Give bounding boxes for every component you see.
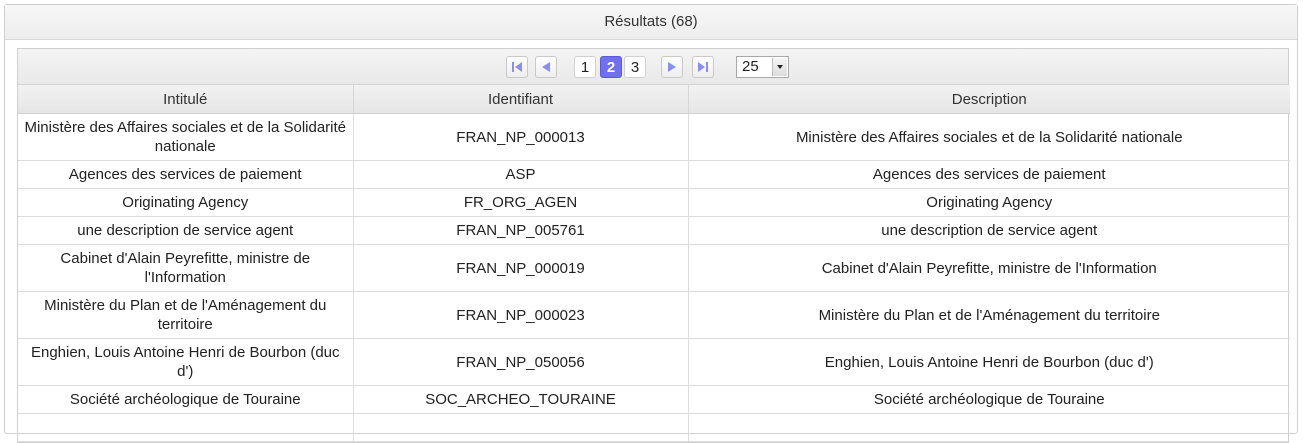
cell-intitule: Enghien, Louis Antoine Henri de Bourbon … [18, 338, 354, 386]
page-link-1[interactable]: 1 [574, 56, 596, 78]
paginator: 1 2 3 25 [18, 49, 1288, 85]
column-header-identifiant[interactable]: Identifiant [353, 85, 689, 114]
cell-intitule: Cabinet d'Alain Peyrefitte, ministre de … [18, 244, 354, 292]
results-panel: Résultats (68) 1 2 3 25 Intitulé Identif… [4, 4, 1298, 443]
cell-intitule [18, 413, 354, 442]
cell-identifiant: FRAN_NP_000023 [353, 291, 689, 339]
rows-per-page-select[interactable]: 25 [736, 56, 789, 78]
chevron-down-icon [772, 58, 787, 76]
column-header-description[interactable]: Description [688, 85, 1290, 114]
cell-intitule: Ministère du Plan et de l'Aménagement du… [18, 291, 354, 339]
cell-description: Cabinet d'Alain Peyrefitte, ministre de … [688, 244, 1290, 292]
cell-intitule: une description de service agent [18, 216, 354, 245]
cell-intitule: Originating Agency [18, 188, 354, 217]
table-header-row: Intitulé Identifiant Description [18, 85, 1290, 114]
rows-per-page-value: 25 [742, 58, 759, 75]
cell-identifiant: FRAN_NP_000013 [353, 113, 689, 161]
cell-description: Enghien, Louis Antoine Henri de Bourbon … [688, 338, 1290, 386]
table-row[interactable]: Ministère du Plan et de l'Aménagement du… [18, 291, 1290, 339]
cell-description: Ministère des Affaires sociales et de la… [688, 113, 1290, 161]
table-row[interactable] [18, 413, 1290, 442]
cell-identifiant [353, 413, 689, 442]
cell-identifiant: FR_ORG_AGEN [353, 188, 689, 217]
cell-description: une description de service agent [688, 216, 1290, 245]
first-page-button[interactable] [506, 56, 528, 78]
cell-description: Agences des services de paiement [688, 160, 1290, 189]
prev-page-icon [542, 62, 550, 72]
table-row[interactable]: Société archéologique de Touraine SOC_AR… [18, 385, 1290, 414]
table-row[interactable]: Originating Agency FR_ORG_AGEN Originati… [18, 188, 1290, 217]
cell-identifiant: SOC_ARCHEO_TOURAINE [353, 385, 689, 414]
table-row[interactable]: Cabinet d'Alain Peyrefitte, ministre de … [18, 244, 1290, 292]
cell-identifiant: ASP [353, 160, 689, 189]
results-title: Résultats (68) [5, 5, 1297, 40]
cell-identifiant: FRAN_NP_050056 [353, 338, 689, 386]
cell-identifiant: FRAN_NP_005761 [353, 216, 689, 245]
cell-intitule: Agences des services de paiement [18, 160, 354, 189]
prev-page-button[interactable] [535, 56, 557, 78]
cell-description: Ministère du Plan et de l'Aménagement du… [688, 291, 1290, 339]
last-page-button[interactable] [692, 56, 714, 78]
last-page-icon [698, 62, 708, 72]
cell-description: Société archéologique de Touraine [688, 385, 1290, 414]
cell-intitule: Société archéologique de Touraine [18, 385, 354, 414]
next-page-button[interactable] [661, 56, 683, 78]
cell-description: Originating Agency [688, 188, 1290, 217]
results-table-container: 1 2 3 25 Intitulé Identifiant Descriptio… [17, 48, 1290, 443]
cell-intitule: Ministère des Affaires sociales et de la… [18, 113, 354, 161]
column-header-intitule[interactable]: Intitulé [18, 85, 354, 114]
table-row[interactable]: une description de service agent FRAN_NP… [18, 216, 1290, 245]
cell-description [688, 413, 1290, 442]
next-page-icon [668, 62, 676, 72]
page-link-2-current[interactable]: 2 [600, 56, 622, 78]
page-link-3[interactable]: 3 [624, 56, 646, 78]
results-table: Intitulé Identifiant Description Ministè… [18, 85, 1290, 442]
table-row[interactable]: Enghien, Louis Antoine Henri de Bourbon … [18, 338, 1290, 386]
table-row[interactable]: Agences des services de paiement ASP Age… [18, 160, 1290, 189]
cell-identifiant: FRAN_NP_000019 [353, 244, 689, 292]
table-row[interactable]: Ministère des Affaires sociales et de la… [18, 113, 1290, 161]
first-page-icon [512, 62, 522, 72]
